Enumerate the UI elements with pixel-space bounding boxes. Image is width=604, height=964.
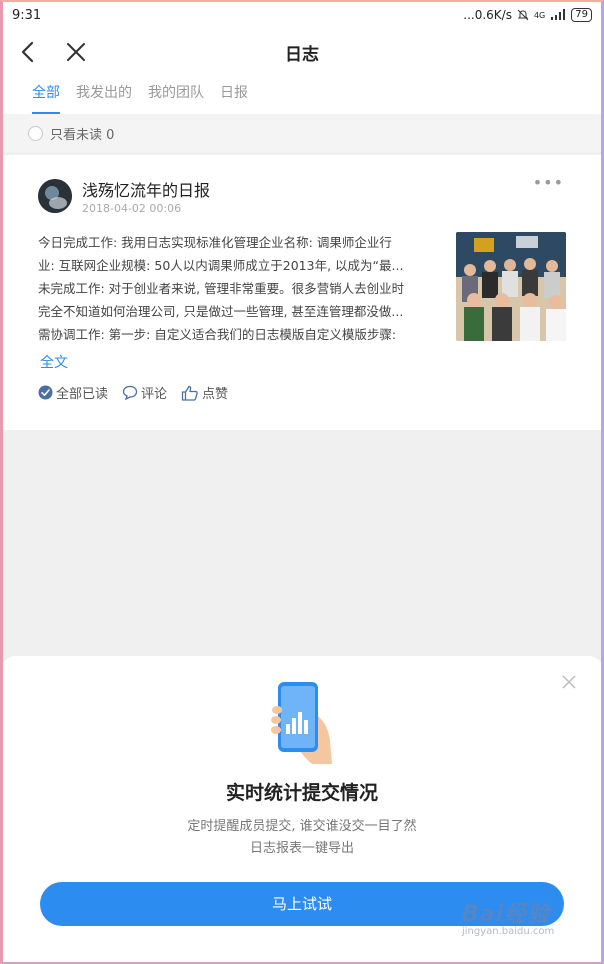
- post-line: 未完成工作: 对于创业者来说, 管理非常重要。很多营销人去创业时: [38, 281, 405, 296]
- promo-subtitle-line: 定时提醒成员提交, 谁交谁没交一目了然: [187, 819, 417, 834]
- phone-stats-illustration: [264, 680, 340, 766]
- post-photo[interactable]: [456, 232, 566, 341]
- like-label: 点赞: [202, 387, 229, 402]
- more-options-button[interactable]: •••: [533, 173, 564, 192]
- avatar-image: [38, 179, 72, 213]
- post-line: 完全不知道如何治理公司, 只是做过一些管理, 甚至连管理都没做...: [38, 304, 404, 319]
- read-all-button[interactable]: 全部已读: [38, 383, 108, 402]
- post-line: 业: 互联网企业规模: 50人以内调果师成立于2013年, 以成为“最...: [38, 258, 404, 273]
- post-body[interactable]: 今日完成工作: 我用日志实现标准化管理企业名称: 调果师企业行 业: 互联网企业…: [38, 231, 446, 346]
- tab-sent-by-me[interactable]: 我发出的: [76, 74, 132, 114]
- group-photo-image: [456, 232, 566, 341]
- read-all-label: 全部已读: [56, 387, 109, 402]
- tab-bar: 全部 我发出的 我的团队 日报: [0, 74, 604, 114]
- watermark: Bai经验 jingyan.baidu.com: [462, 896, 554, 937]
- comment-button[interactable]: 评论: [122, 383, 167, 402]
- watermark-url: jingyan.baidu.com: [462, 926, 555, 937]
- post-line: 需协调工作: 第一步: 自定义适合我们的日志模版自定义模版步骤:: [38, 327, 397, 342]
- tab-daily-report[interactable]: 日报: [220, 74, 248, 114]
- comment-label: 评论: [141, 387, 168, 402]
- nav-bar: 日志: [0, 30, 604, 74]
- battery-icon: 79: [571, 8, 592, 22]
- promo-subtitle-line: 日志报表一键导出: [249, 841, 354, 856]
- network-speed: ...0.6K/s: [463, 8, 512, 22]
- phone-chart-icon: [271, 682, 332, 764]
- full-text-link[interactable]: 全文: [40, 352, 68, 372]
- network-type: 4G: [533, 10, 546, 20]
- status-time: 9:31: [12, 7, 42, 23]
- post-actions: 全部已读 评论 点赞: [38, 383, 228, 402]
- like-button[interactable]: 点赞: [181, 383, 228, 402]
- unread-radio[interactable]: [28, 125, 43, 141]
- unread-filter[interactable]: 只看未读 0: [0, 114, 604, 152]
- sheet-close-button[interactable]: [562, 674, 582, 694]
- status-bar: 9:31 ...0.6K/s 4G 79: [0, 0, 604, 30]
- promo-title: 实时统计提交情况: [225, 782, 378, 804]
- unread-filter-label: 只看未读 0: [50, 127, 115, 143]
- thumbs-up-icon: [181, 385, 198, 401]
- check-circle-icon: [38, 385, 53, 400]
- log-card[interactable]: 浅殇忆流年的日报 2018-04-02 00:06 ••• 今日完成工作: 我用…: [0, 155, 604, 430]
- post-date: 2018-04-02 00:06: [82, 202, 182, 215]
- watermark-brand: Bai经验: [462, 902, 551, 927]
- more-icon: •••: [532, 173, 564, 192]
- post-line: 今日完成工作: 我用日志实现标准化管理企业名称: 调果师企业行: [38, 235, 392, 250]
- promo-subtitle: 定时提醒成员提交, 谁交谁没交一目了然 日志报表一键导出: [0, 816, 604, 860]
- tab-my-team[interactable]: 我的团队: [148, 74, 204, 114]
- page-title: 日志: [285, 45, 319, 65]
- status-indicators: ...0.6K/s 4G 79: [463, 8, 592, 22]
- comment-icon: [122, 385, 138, 400]
- tab-all[interactable]: 全部: [32, 74, 60, 114]
- mute-icon: [517, 9, 529, 21]
- post-author[interactable]: 浅殇忆流年的日报: [82, 177, 210, 201]
- avatar[interactable]: [38, 179, 72, 213]
- signal-icon: [551, 9, 566, 20]
- close-icon: [562, 675, 576, 689]
